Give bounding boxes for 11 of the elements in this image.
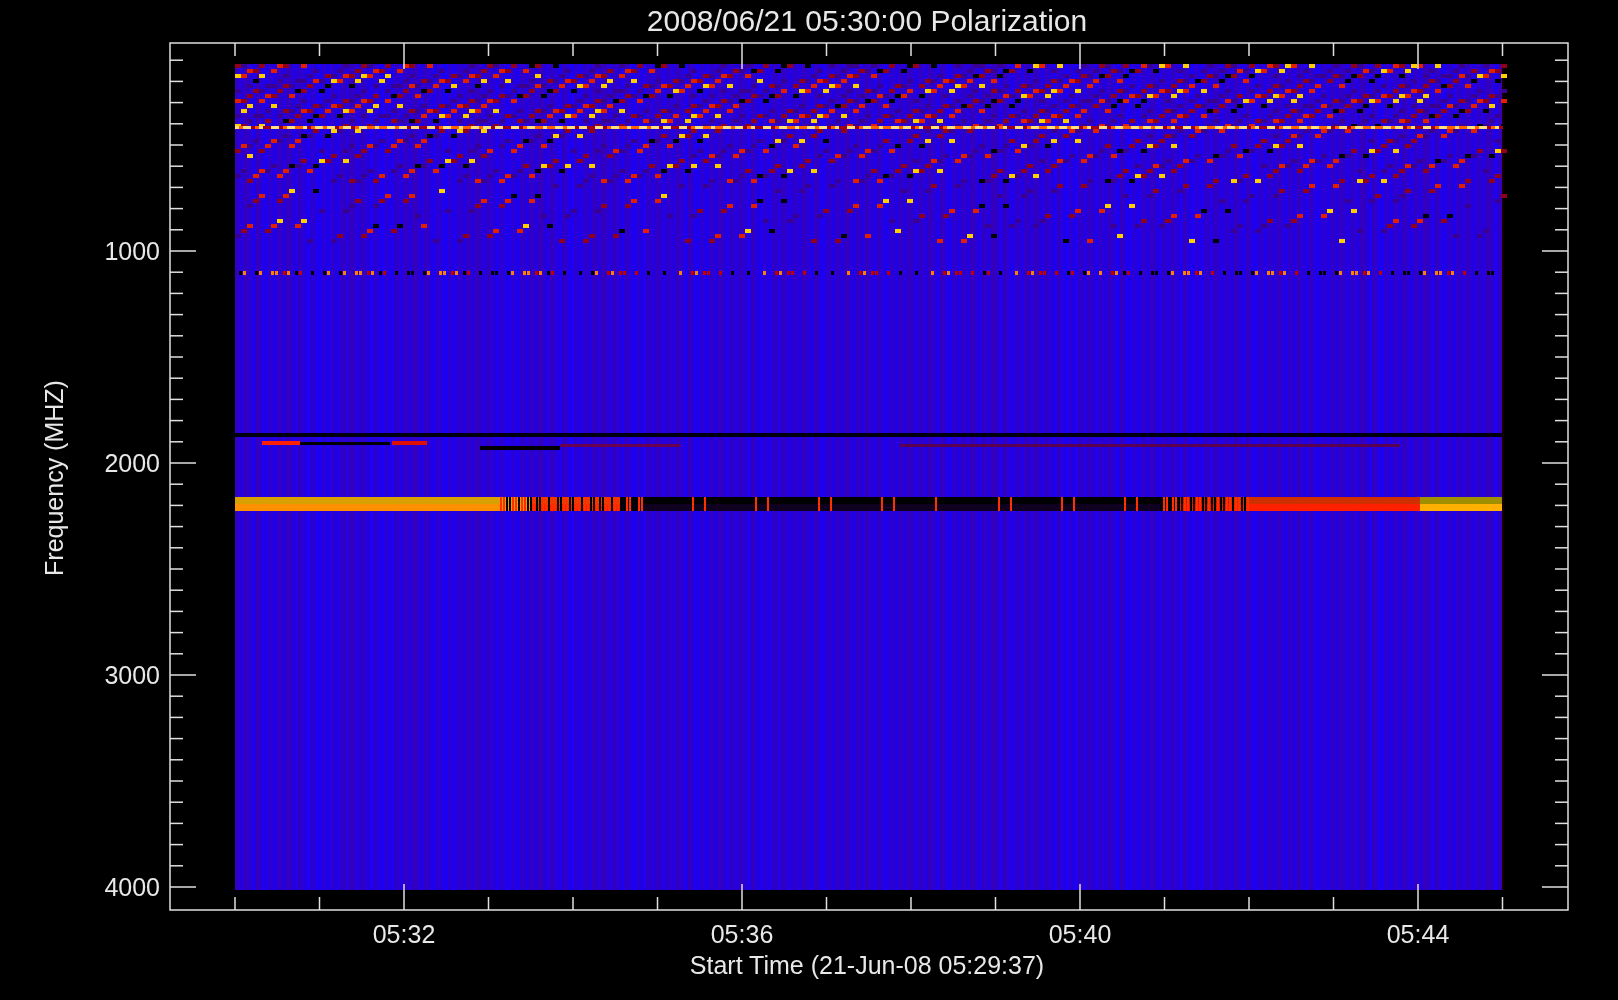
x-tick-label: 05:36 (710, 920, 774, 948)
x-tick-label: 05:40 (1048, 920, 1112, 948)
y-axis-label: Frequency (MHZ) (40, 380, 68, 576)
plot-title: 2008/06/21 05:30:00 Polarization (646, 4, 1088, 37)
x-axis-label: Start Time (21-Jun-08 05:29:37) (689, 951, 1045, 979)
y-tick-label: 1000 (104, 237, 160, 265)
x-tick-label: 05:44 (1386, 920, 1450, 948)
y-tick-label: 3000 (104, 661, 160, 689)
x-tick-label: 05:32 (372, 920, 436, 948)
y-tick-label: 4000 (104, 873, 160, 901)
y-tick-label: 2000 (104, 449, 160, 477)
